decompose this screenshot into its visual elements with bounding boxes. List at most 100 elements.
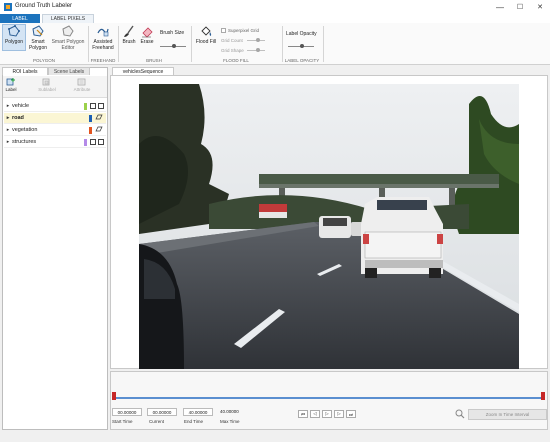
brush-label: Brush	[122, 39, 136, 45]
brush-size-knob[interactable]	[172, 44, 177, 48]
eraser-icon	[142, 27, 153, 38]
smart-polygon-icon	[32, 25, 44, 37]
rectangle-icon	[90, 103, 96, 109]
polygon-label: Polygon	[4, 39, 24, 45]
assisted-freehand-label-2: Freehand	[92, 45, 114, 51]
grid-shape-label: Grid Shape	[221, 48, 244, 53]
first-frame-icon: ⏮	[300, 411, 306, 417]
expand-caret-icon[interactable]: ▸	[4, 127, 12, 133]
ribbon-separator	[282, 26, 283, 62]
zoom-tools-icon[interactable]	[455, 409, 465, 419]
smart-polygon-label-2: Polygon	[28, 45, 48, 51]
expand-caret-icon[interactable]: ▸	[4, 139, 12, 145]
brush-size-slider[interactable]	[160, 44, 186, 48]
add-sublabel-button[interactable]: Sublabel	[36, 77, 58, 92]
add-attribute-button[interactable]: Attribute	[70, 77, 94, 92]
superpixel-grid-label: Superpixel Grid	[228, 28, 260, 33]
label-opacity-knob[interactable]	[300, 44, 305, 48]
end-time-field[interactable]: 40.00000	[183, 408, 213, 416]
add-label-text: Label	[5, 87, 17, 92]
expand-caret-icon[interactable]: ▸	[4, 115, 12, 121]
first-frame-button[interactable]: ⏮	[298, 410, 308, 418]
current-time-field[interactable]: 00.00000	[147, 408, 177, 416]
label-row-structures[interactable]: ▸ structures	[4, 137, 106, 148]
timeline-track[interactable]	[114, 397, 544, 399]
label-name: road	[12, 115, 24, 121]
rectangle-icon	[90, 139, 96, 145]
tab-vehicles-sequence[interactable]: vehiclesSequence	[112, 67, 174, 75]
tab-label[interactable]: LABEL	[0, 14, 40, 23]
brush-button[interactable]: Brush	[120, 25, 138, 45]
label-opacity-slider[interactable]	[288, 44, 314, 48]
assisted-freehand-button[interactable]: Assisted Freehand	[90, 25, 116, 51]
smart-polygon-editor-button[interactable]: Smart Polygon Editor	[51, 25, 85, 51]
label-color-swatch	[89, 126, 92, 134]
end-time-label: End Time	[184, 419, 204, 424]
play-button[interactable]: ▷	[322, 410, 332, 418]
zoom-in-time-interval-button[interactable]: Zoom In Time Interval	[468, 409, 547, 420]
max-time-label: Max Time	[220, 419, 240, 424]
pixel-label-icon	[95, 126, 103, 134]
projected-cuboid-icon	[98, 139, 104, 145]
smart-polygon-editor-icon	[62, 25, 74, 37]
label-color-swatch	[84, 138, 87, 146]
section-brush: BRUSH	[146, 58, 162, 63]
end-time-marker[interactable]	[541, 392, 545, 400]
last-frame-button[interactable]: ⏭	[346, 410, 356, 418]
label-row-vegetation[interactable]: ▸ vegetation	[4, 125, 106, 136]
erase-button[interactable]: Erase	[138, 25, 156, 45]
add-label-icon	[6, 78, 15, 86]
max-time-value: 40.00000	[220, 409, 239, 414]
play-icon: ▷	[325, 411, 329, 416]
tab-label-pixels[interactable]: LABEL PIXELS	[42, 14, 94, 23]
add-label-button[interactable]: Label	[4, 77, 18, 92]
tab-scene-labels[interactable]: Scene Labels	[48, 67, 90, 75]
next-frame-icon: ▷	[337, 411, 341, 416]
grid-count-knob[interactable]	[256, 38, 260, 42]
label-color-swatch	[89, 114, 92, 122]
label-row-road[interactable]: ▸ road	[4, 113, 106, 124]
polygon-icon	[8, 25, 20, 37]
superpixel-grid-checkbox[interactable]	[221, 28, 226, 33]
maximize-button[interactable]: ☐	[510, 0, 530, 14]
label-row-vehicle[interactable]: ▸ vehicle	[4, 101, 106, 112]
add-attribute-icon	[77, 78, 86, 86]
previous-frame-icon: ◁	[313, 411, 317, 416]
video-frame[interactable]	[139, 84, 519, 369]
grid-shape-slider[interactable]	[247, 48, 265, 52]
smart-polygon-editor-label-2: Editor	[61, 45, 75, 51]
assisted-freehand-icon	[97, 28, 109, 37]
ribbon-separator	[323, 26, 324, 62]
pixel-label-icon	[95, 114, 103, 122]
ribbon-separator	[88, 26, 89, 62]
status-bar	[0, 432, 550, 442]
expand-caret-icon[interactable]: ▸	[4, 103, 12, 109]
grid-count-slider[interactable]	[247, 38, 265, 42]
flood-fill-button[interactable]: Flood Fill	[193, 25, 219, 45]
label-name: vegetation	[12, 127, 38, 133]
next-frame-button[interactable]: ▷	[334, 410, 344, 418]
start-time-field[interactable]: 00.00000	[112, 408, 142, 416]
smart-polygon-button[interactable]: Smart Polygon	[27, 25, 49, 51]
last-frame-icon: ⏭	[348, 411, 354, 417]
tab-roi-labels[interactable]: ROI Labels	[2, 67, 48, 75]
add-sublabel-icon	[42, 78, 50, 86]
current-time-label: Current	[149, 419, 165, 424]
start-time-label: Start Time	[112, 419, 133, 424]
section-polygon: POLYGON	[33, 58, 55, 63]
erase-label: Erase	[140, 39, 154, 45]
title-bar	[0, 0, 550, 14]
window-title: Ground Truth Labeler	[15, 3, 73, 9]
minimize-button[interactable]: —	[490, 0, 510, 14]
timeline-panel	[110, 371, 548, 430]
label-color-swatch	[84, 102, 87, 110]
polygon-button[interactable]: Polygon	[2, 25, 26, 45]
ribbon-separator	[191, 26, 192, 62]
start-time-marker[interactable]	[112, 392, 116, 400]
previous-frame-button[interactable]: ◁	[310, 410, 320, 418]
grid-shape-knob[interactable]	[256, 48, 260, 52]
close-button[interactable]: ✕	[530, 0, 550, 14]
section-flood-fill: FLOOD FILL	[223, 58, 249, 63]
flood-fill-label: Flood Fill	[195, 39, 217, 45]
add-sublabel-text: Sublabel	[38, 87, 56, 92]
